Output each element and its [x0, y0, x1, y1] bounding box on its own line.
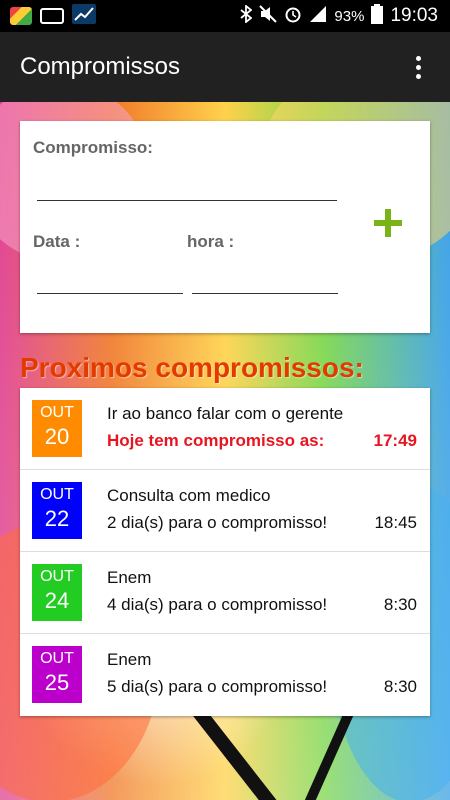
badge-day: 22 — [44, 506, 70, 531]
status-bar-left — [0, 3, 96, 29]
status-bar-right: 93% 19:03 — [240, 4, 450, 28]
date-badge: OUT 22 — [32, 482, 82, 539]
battery-icon — [371, 4, 384, 28]
plus-icon[interactable] — [374, 209, 402, 237]
badge-month: OUT — [40, 650, 74, 667]
appointment-title: Ir ao banco falar com o gerente — [107, 404, 344, 423]
chart-icon — [72, 3, 96, 29]
mute-icon — [259, 5, 278, 27]
appointments-list: OUT 20 Ir ao banco falar com o gerente H… — [20, 388, 430, 716]
clock-time: 19:03 — [390, 5, 438, 26]
appointment-title: Enem — [107, 568, 152, 587]
content-area: Compromisso: Data : hora : Proximos comp… — [0, 102, 450, 800]
badge-day: 20 — [44, 424, 70, 449]
list-item[interactable]: OUT 25 Enem 5 dia(s) para o compromisso!… — [20, 634, 430, 716]
battery-percent: 93% — [334, 7, 365, 25]
signal-icon — [309, 5, 327, 27]
appointment-countdown: 5 dia(s) para o compromisso! — [107, 677, 328, 696]
new-appointment-form: Compromisso: Data : hora : — [20, 121, 430, 333]
overflow-menu-icon[interactable] — [398, 37, 438, 97]
hora-input[interactable] — [192, 268, 338, 294]
date-badge: OUT 20 — [32, 400, 82, 457]
app-notification-icon — [10, 7, 32, 25]
appointment-time: 8:30 — [383, 595, 417, 614]
list-item[interactable]: OUT 22 Consulta com medico 2 dia(s) para… — [20, 470, 430, 552]
app-title: Compromissos — [20, 53, 181, 80]
list-item[interactable]: OUT 20 Ir ao banco falar com o gerente H… — [20, 388, 430, 470]
compromisso-label: Compromisso: — [33, 138, 153, 157]
data-label: Data : — [33, 232, 81, 251]
badge-month: OUT — [40, 568, 74, 585]
appointment-title: Enem — [107, 650, 152, 669]
hora-label: hora : — [187, 232, 235, 251]
upcoming-title: Proximos compromissos: — [20, 352, 364, 383]
appointment-countdown: Hoje tem compromisso as: — [107, 431, 325, 450]
appointment-time: 18:45 — [374, 513, 417, 532]
list-item[interactable]: OUT 24 Enem 4 dia(s) para o compromisso!… — [20, 552, 430, 634]
appointment-countdown: 4 dia(s) para o compromisso! — [107, 595, 328, 614]
badge-day: 25 — [44, 670, 70, 695]
compromisso-input[interactable] — [37, 175, 337, 201]
voicemail-icon — [40, 8, 64, 24]
status-bar: 93% 19:03 — [0, 0, 450, 32]
badge-day: 24 — [44, 588, 70, 613]
badge-month: OUT — [40, 486, 74, 503]
app-bar: Compromissos — [0, 32, 450, 102]
appointment-time: 8:30 — [383, 677, 417, 696]
data-input[interactable] — [37, 268, 183, 294]
date-badge: OUT 24 — [32, 564, 82, 621]
appointment-time: 17:49 — [373, 431, 417, 450]
alarm-icon — [284, 5, 302, 27]
badge-month: OUT — [40, 404, 74, 421]
appointment-title: Consulta com medico — [107, 486, 271, 505]
date-badge: OUT 25 — [32, 646, 82, 703]
bluetooth-icon — [240, 4, 253, 27]
appointment-countdown: 2 dia(s) para o compromisso! — [107, 513, 328, 532]
